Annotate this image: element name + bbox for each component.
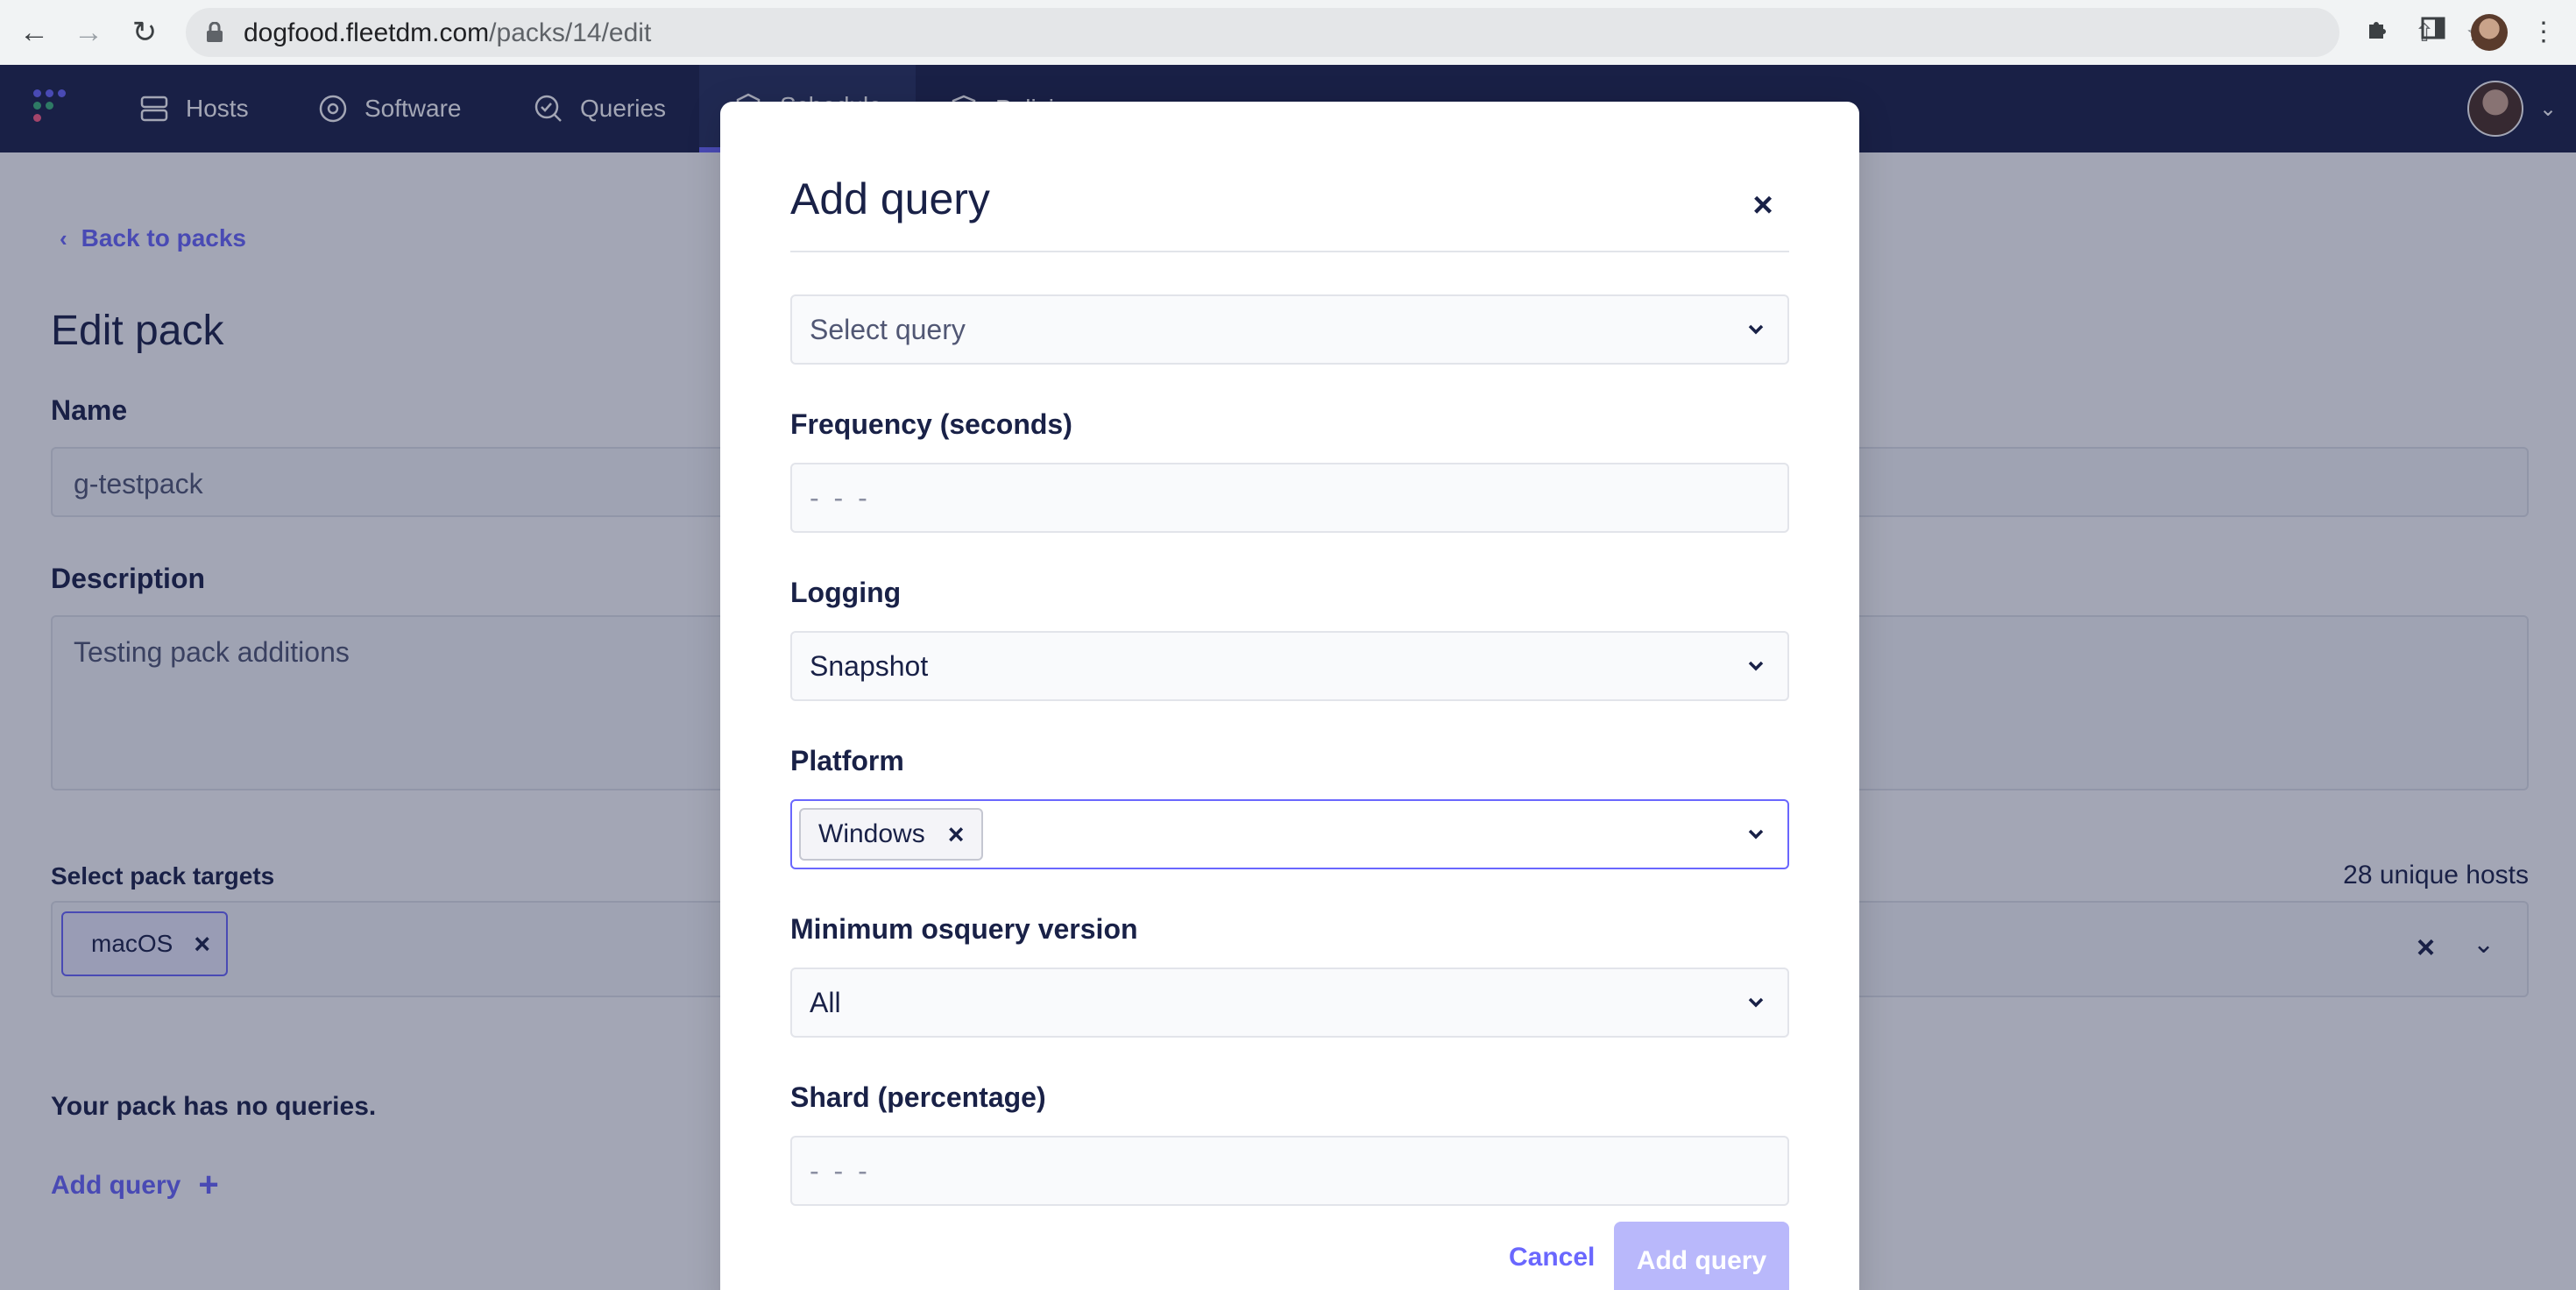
logging-label: Logging [790, 577, 902, 608]
close-icon[interactable]: × [1744, 186, 1782, 224]
remove-tag-icon[interactable]: × [948, 819, 965, 851]
extensions-icon[interactable] [2360, 16, 2394, 49]
platform-tag-windows: Windows × [799, 808, 984, 861]
shard-input[interactable]: - - - [790, 1136, 1789, 1206]
modal-title: Add query [790, 174, 990, 223]
chevron-down-icon [1748, 324, 1764, 335]
add-query-button[interactable]: Add query [1614, 1222, 1789, 1290]
back-arrow-icon[interactable]: ← [18, 16, 51, 49]
forward-arrow-icon[interactable]: → [72, 16, 105, 49]
frequency-input[interactable]: - - - [790, 463, 1789, 533]
platform-label: Platform [790, 745, 904, 776]
add-query-modal: Add query × Select query Frequency (seco… [720, 102, 1859, 1290]
logging-dropdown[interactable]: Snapshot [790, 631, 1789, 701]
select-query-dropdown[interactable]: Select query [790, 294, 1789, 365]
modal-divider [790, 251, 1789, 252]
browser-menu-icon[interactable]: ⋮ [2527, 16, 2560, 49]
chevron-down-icon [1748, 829, 1764, 840]
chevron-down-icon [1748, 661, 1764, 671]
browser-toolbar: ← → ↻ dogfood.fleetdm.com/packs/14/edit … [0, 0, 2576, 65]
platform-multiselect[interactable]: Windows × [790, 799, 1789, 869]
reload-icon[interactable]: ↻ [128, 16, 161, 49]
min-version-label: Minimum osquery version [790, 913, 1138, 945]
cancel-button[interactable]: Cancel [1509, 1243, 1595, 1272]
min-version-dropdown[interactable]: All [790, 968, 1789, 1038]
side-panel-icon[interactable] [2417, 16, 2450, 49]
lock-icon [207, 22, 223, 42]
browser-profile-avatar[interactable] [2471, 14, 2508, 51]
address-bar[interactable]: dogfood.fleetdm.com/packs/14/edit ⇧ ☆ [186, 8, 2488, 57]
frequency-label: Frequency (seconds) [790, 408, 1072, 440]
url-text: dogfood.fleetdm.com/packs/14/edit [244, 18, 652, 47]
shard-label: Shard (percentage) [790, 1081, 1046, 1113]
chevron-down-icon [1748, 997, 1764, 1008]
